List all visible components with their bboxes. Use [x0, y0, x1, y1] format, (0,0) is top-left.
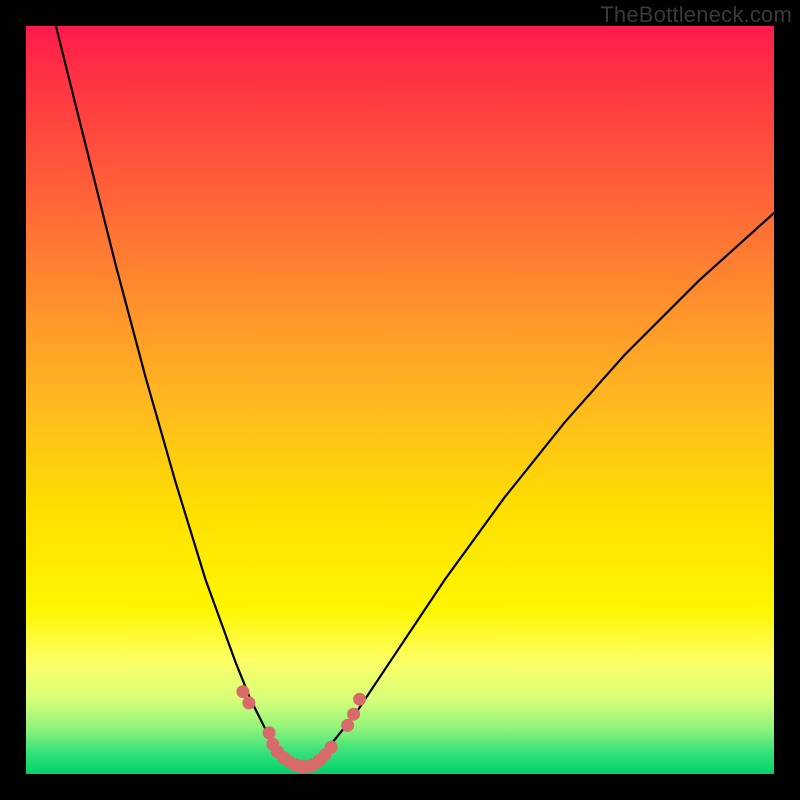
curve-marker — [263, 726, 276, 739]
curve-marker — [325, 741, 338, 754]
curve-marker — [353, 693, 366, 706]
curve-marker — [242, 696, 255, 709]
watermark-text: TheBottleneck.com — [600, 2, 792, 28]
bottleneck-curve — [56, 26, 774, 767]
curve-marker — [236, 685, 249, 698]
curve-layer — [26, 26, 774, 774]
curve-markers — [236, 685, 366, 773]
curve-marker — [341, 719, 354, 732]
curve-marker — [347, 708, 360, 721]
outer-frame: TheBottleneck.com — [0, 0, 800, 800]
